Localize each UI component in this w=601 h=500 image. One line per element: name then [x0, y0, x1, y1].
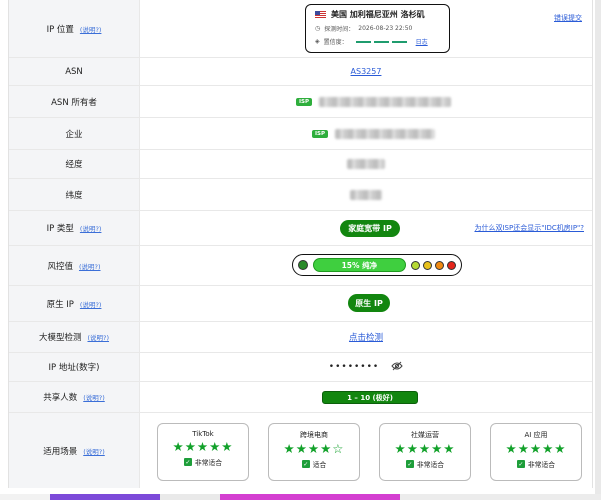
row-asn: ASN AS3257: [9, 58, 592, 86]
check-icon: ✓: [516, 460, 525, 468]
shared-users-badge: 1 – 10 (极好): [322, 391, 418, 404]
check-icon: ✓: [183, 458, 192, 466]
log-link[interactable]: 日志: [416, 37, 428, 46]
row-label: 原生 IP: [46, 299, 74, 310]
row-label: 纬度: [65, 190, 83, 201]
row-latitude: 纬度: [9, 179, 592, 211]
row-company: 企业 ISP: [9, 118, 592, 150]
row-label: 适用场景: [43, 446, 78, 457]
row-risk: 风控值 (说明?) 15% 纯净: [9, 246, 592, 286]
help-link[interactable]: (说明?): [80, 223, 102, 233]
us-flag-icon: [315, 11, 326, 18]
location-text: 美国 加利福尼亚州 洛杉矶: [331, 10, 425, 19]
longitude-blurred: [347, 159, 385, 169]
risk-level-dot: [435, 260, 444, 270]
help-link[interactable]: (说明?): [83, 392, 105, 402]
row-label: 大模型检测: [38, 333, 82, 343]
row-label: IP 地址(数字): [48, 363, 100, 373]
row-label: IP 类型: [46, 224, 74, 234]
scenario-name: 跨境电商: [300, 431, 328, 439]
row-asn-owner: ASN 所有者 ISP: [9, 86, 592, 118]
scrollbar-track[interactable]: [595, 0, 601, 500]
latitude-blurred: [350, 189, 382, 200]
row-ip-location: IP 位置 (说明?) 美国 加利福尼亚州 洛杉矶 ◷ 探测时间： 2026-0…: [9, 0, 592, 58]
risk-level-dot: [411, 260, 420, 270]
star-rating: ★★★★☆: [283, 441, 345, 456]
eye-off-icon[interactable]: [391, 361, 403, 374]
check-icon: ✓: [405, 460, 414, 468]
help-link[interactable]: (说明?): [83, 446, 105, 456]
row-label: 共享人数: [43, 393, 78, 403]
isp-badge: ISP: [296, 97, 313, 106]
company-blurred: [335, 128, 436, 139]
row-label: 风控值: [47, 261, 73, 272]
row-native-ip: 原生 IP (说明?) 原生 IP: [9, 286, 592, 322]
scenario-fit: 非常适合: [527, 461, 556, 469]
label-cell: IP 位置 (说明?): [9, 0, 140, 57]
row-label: 企业: [65, 129, 83, 140]
scenario-card-ecommerce: 跨境电商 ★★★★☆ ✓ 适合: [268, 423, 360, 481]
row-ip-numeric: IP 地址(数字) ••••••••: [9, 353, 592, 382]
star-rating: ★★★★★: [505, 441, 567, 456]
star-rating: ★★★★★: [172, 439, 234, 454]
value-cell: 美国 加利福尼亚州 洛杉矶 ◷ 探测时间： 2026-08-23 22:50 ◈…: [140, 0, 592, 57]
check-icon: ✓: [301, 460, 310, 468]
ip-info-table: IP 位置 (说明?) 美国 加利福尼亚州 洛杉矶 ◷ 探测时间： 2026-0…: [8, 0, 593, 488]
help-link[interactable]: (说明?): [80, 24, 102, 34]
scenario-name: AI 应用: [524, 431, 548, 439]
row-shared: 共享人数 (说明?) 1 – 10 (极好): [9, 382, 592, 413]
row-label: 经度: [65, 160, 83, 170]
asn-link[interactable]: AS3257: [351, 67, 382, 76]
detect-time: 2026-08-23 22:50: [358, 25, 413, 32]
report-error-link[interactable]: 错误提交: [554, 13, 582, 23]
bottom-color-strip: [0, 494, 601, 500]
native-ip-badge: 原生 IP: [348, 294, 390, 312]
help-link[interactable]: (说明?): [87, 332, 109, 342]
row-ip-type: IP 类型 (说明?) 家庭宽带 IP 为什么双ISP还会显示"IDC机房IP"…: [9, 211, 592, 246]
clock-icon: ◷: [315, 25, 321, 32]
scenario-card-social: 社媒运营 ★★★★★ ✓ 非常适合: [379, 423, 471, 481]
ip-type-badge: 家庭宽带 IP: [340, 220, 400, 237]
help-link[interactable]: (说明?): [79, 261, 101, 271]
risk-level-dot: [447, 260, 456, 270]
confidence-bars: [355, 40, 407, 43]
location-card: 美国 加利福尼亚州 洛杉矶 ◷ 探测时间： 2026-08-23 22:50 ◈…: [305, 4, 450, 53]
masked-ip-value: ••••••••: [328, 362, 380, 372]
scenario-name: 社媒运营: [411, 431, 439, 439]
dual-isp-help-link[interactable]: 为什么双ISP还会显示"IDC机房IP"?: [474, 223, 584, 233]
row-label: ASN: [65, 66, 83, 77]
isp-badge: ISP: [312, 129, 329, 138]
confidence-label: 置信度：: [323, 39, 348, 46]
scenario-card-tiktok: TikTok ★★★★★ ✓ 非常适合: [157, 423, 249, 481]
scenario-card-ai: AI 应用 ★★★★★ ✓ 非常适合: [490, 423, 582, 481]
scenario-fit: 非常适合: [416, 461, 445, 469]
risk-level-dot: [423, 260, 432, 270]
risk-low-dot: [298, 260, 308, 270]
row-scenarios: 适用场景 (说明?) TikTok ★★★★★ ✓ 非常适合 跨境电商 ★★★★☆…: [9, 413, 592, 488]
scenario-fit: 非常适合: [194, 459, 223, 467]
scenario-fit: 适合: [312, 461, 327, 469]
row-llm-detect: 大模型检测 (说明?) 点击检测: [9, 322, 592, 353]
scenario-name: TikTok: [192, 430, 214, 438]
detect-time-label: 探测时间：: [324, 26, 355, 33]
ip-info-page: IP 位置 (说明?) 美国 加利福尼亚州 洛杉矶 ◷ 探测时间： 2026-0…: [0, 0, 601, 500]
row-label: IP 位置: [46, 24, 74, 35]
help-link[interactable]: (说明?): [80, 299, 102, 309]
row-label: ASN 所有者: [51, 97, 97, 108]
asn-owner-blurred: [319, 96, 452, 107]
star-rating: ★★★★★: [394, 441, 456, 456]
row-longitude: 经度: [9, 150, 592, 179]
shield-icon: ◈: [315, 38, 320, 45]
risk-score-bar: 15% 纯净: [312, 258, 406, 272]
click-detect-link[interactable]: 点击检测: [349, 331, 383, 343]
risk-meter: 15% 纯净: [292, 254, 462, 276]
